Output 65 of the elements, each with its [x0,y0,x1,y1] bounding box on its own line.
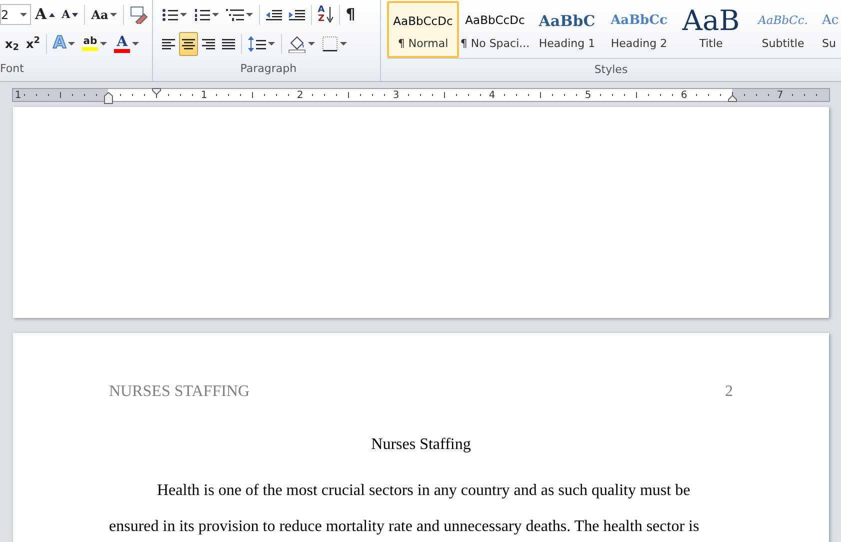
first-line-indent-icon[interactable] [152,88,161,94]
multilevel-list-icon [226,8,244,22]
dropdown-arrow-icon [20,12,27,17]
decrease-indent-icon [266,8,282,22]
style-item[interactable]: AaBbCc. Subtitle [747,1,819,58]
justify-icon [222,36,235,50]
running-header: NURSES STAFFING [109,382,250,402]
document-title: Nurses Staffing [371,436,471,453]
bulleted-list-icon [162,8,178,22]
numbered-list-icon [194,8,210,22]
font-size-field[interactable]: 2 [0,4,31,25]
highlight-button[interactable]: ab [79,32,110,56]
ruler-number: 3 [392,88,400,102]
body-paragraph: Health is one of the most crucial sectors in any country and as such quality must be ensured in its provision to reduce mortality rate and unnecessary deaths. The health sector is [109,481,700,537]
page-number: 2 [725,382,733,402]
style-item[interactable]: AaBbCcDc ¶ No Spaci... [459,1,531,58]
ruler-number: 4 [488,88,496,102]
dropdown-arrow-icon [340,41,347,46]
subscript-button[interactable]: x$_{2}$ [2,32,22,56]
superscript-button[interactable]: x$^{2}$ [23,32,44,56]
ruler-number: 1 [200,88,208,102]
line-spacing-icon [248,36,266,52]
style-item[interactable]: Ac Su [819,1,841,58]
increase-indent-icon [288,8,305,22]
dropdown-arrow-icon [180,12,187,17]
show-marks-button[interactable]: ¶ [342,2,358,26]
indent-marker-icon[interactable] [104,92,113,104]
grow-font-button[interactable]: A [32,2,58,26]
right-indent-icon[interactable] [728,94,737,102]
eraser-icon [130,6,148,24]
align-left-icon [162,36,175,50]
dropdown-arrow-icon [132,41,140,46]
dropdown-arrow-icon [212,12,219,17]
sort-button[interactable]: A Z [314,2,336,26]
align-right-icon [202,36,215,50]
borders-icon [322,36,338,52]
down-arrow-icon [326,6,333,22]
group-label: Styles [594,62,628,78]
shrink-font-button[interactable]: A [58,2,82,26]
color-bar-icon [114,48,130,52]
ruler-number: 7 [776,88,784,102]
ruler-number: 5 [584,88,592,102]
ruler-number: 6 [680,88,688,102]
group-label: Font [0,61,24,77]
style-item[interactable]: AaBbCcDc ¶ Normal [387,1,459,58]
dropdown-arrow-icon [68,41,76,46]
dropdown-arrow-icon [246,12,253,17]
style-item[interactable]: AaBbCc Heading 2 [603,1,675,58]
dropdown-arrow-icon [110,12,118,17]
dropdown-arrow-icon [268,41,275,46]
ruler-number: 1 [14,88,22,102]
style-item[interactable]: AaBbC Heading 1 [531,1,603,58]
caret-up-icon [48,12,55,16]
style-item[interactable]: AaB Title [675,1,747,58]
caret-down-icon [72,12,78,16]
paint-bucket-icon [288,34,306,52]
ruler-number: 2 [296,88,304,102]
dropdown-arrow-icon [308,41,315,46]
font-color-button[interactable]: A [111,32,142,56]
align-center-button[interactable] [178,32,198,56]
align-center-icon [182,36,195,50]
dropdown-arrow-icon [100,41,108,46]
group-label: Paragraph [240,61,297,77]
highlight-bar-icon [82,46,98,50]
change-case-button[interactable]: Aa [88,2,120,26]
